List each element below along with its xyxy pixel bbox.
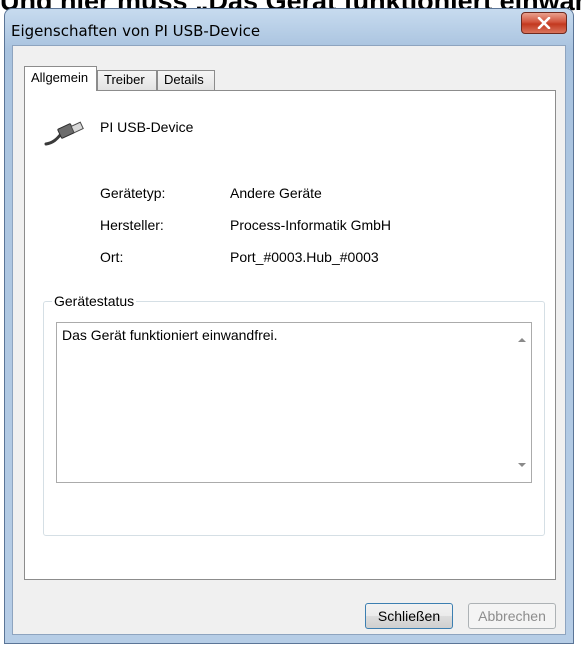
tab-details[interactable]: Details [157, 70, 215, 90]
cancel-button[interactable]: Abbrechen [468, 603, 556, 629]
scroll-down-arrow-icon[interactable] [518, 463, 526, 467]
usb-plug-icon [44, 121, 84, 146]
device-status-textbox[interactable]: Das Gerät funktioniert einwandfrei. [56, 322, 532, 483]
device-status-text: Das Gerät funktioniert einwandfrei. [62, 327, 278, 343]
device-type-value: Andere Geräte [230, 185, 322, 201]
window-title: Eigenschaften von PI USB-Device [11, 22, 261, 40]
device-name: PI USB-Device [100, 119, 194, 135]
device-status-label: Gerätestatus [52, 293, 137, 309]
location-value: Port_#0003.Hub_#0003 [230, 249, 379, 265]
manufacturer-value: Process-Informatik GmbH [230, 217, 392, 233]
dialog-client-area: Allgemein Treiber Details PI USB-Device … [12, 45, 566, 635]
device-status-group: Gerätestatus Das Gerät funktioniert einw… [43, 293, 545, 536]
tab-treiber[interactable]: Treiber [97, 70, 157, 90]
properties-dialog: Eigenschaften von PI USB-Device Allgemei… [4, 8, 574, 644]
manufacturer-label: Hersteller: [100, 217, 164, 233]
close-icon [537, 17, 551, 29]
window-close-button[interactable] [521, 12, 567, 34]
scroll-up-arrow-icon[interactable] [518, 338, 526, 342]
tab-allgemein[interactable]: Allgemein [24, 66, 97, 91]
title-bar[interactable]: Eigenschaften von PI USB-Device [5, 9, 573, 45]
tab-panel-allgemein: PI USB-Device Gerätetyp: Andere Geräte H… [24, 90, 556, 580]
device-type-label: Gerätetyp: [100, 185, 166, 201]
close-button[interactable]: Schließen [365, 603, 453, 629]
location-label: Ort: [100, 249, 124, 265]
